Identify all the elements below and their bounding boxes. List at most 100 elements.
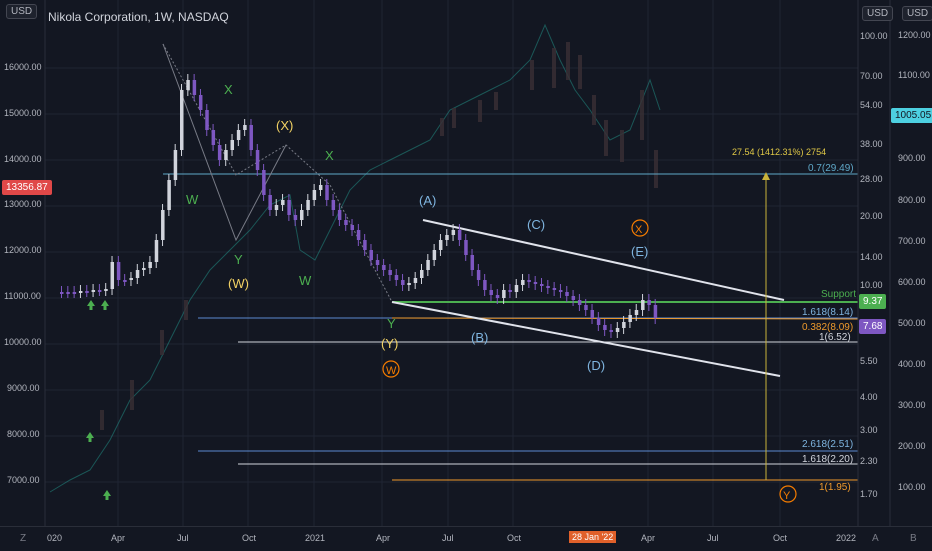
candle-body <box>91 290 96 292</box>
candle-body <box>558 290 563 292</box>
right1-tick: 54.00 <box>860 100 883 110</box>
channel-upper[interactable] <box>422 219 785 301</box>
candle-body <box>533 282 538 284</box>
left-tick: 10000.00 <box>4 337 42 347</box>
right2-tick: 600.00 <box>898 277 926 287</box>
candle-body <box>123 280 127 282</box>
candle-body <box>350 225 355 230</box>
candle-body <box>565 292 569 296</box>
right2-tick: 100.00 <box>898 482 926 492</box>
zoom-icon[interactable]: Z <box>20 533 26 544</box>
label-X-green-2: X <box>325 148 334 163</box>
candle-body <box>615 328 620 332</box>
candle-body <box>287 200 291 215</box>
right2-tick: 700.00 <box>898 236 926 246</box>
label-E: (E) <box>631 244 648 259</box>
time-label: 2022 <box>836 533 857 543</box>
candle-body <box>457 230 462 240</box>
candle-body <box>85 291 89 293</box>
label-Y-circle: Y <box>783 490 791 502</box>
arrow-up-icon <box>103 490 111 500</box>
candle-body <box>318 185 323 190</box>
candle-body <box>268 195 272 210</box>
candle-body <box>609 330 613 332</box>
label-X-green: X <box>224 82 233 97</box>
log-scale-icon[interactable]: B <box>910 533 917 544</box>
right1-tick: 20.00 <box>860 211 883 221</box>
time-label: Apr <box>376 533 391 543</box>
level-label-support: Support <box>821 289 856 300</box>
label-D: (D) <box>587 358 605 373</box>
candle-body <box>72 292 77 294</box>
candle-body <box>407 283 411 285</box>
candle-body <box>502 290 506 298</box>
candle-body <box>180 90 184 150</box>
candle-body <box>217 145 222 160</box>
candle-body <box>432 250 437 260</box>
label-W-bracket: (W) <box>228 276 249 291</box>
candle-body <box>97 290 102 292</box>
time-label: Oct <box>242 533 257 543</box>
candle-body <box>293 215 298 220</box>
right2-tick: 400.00 <box>898 359 926 369</box>
left-price-axis[interactable]: 16000.00 15000.00 14000.00 13000.00 1200… <box>0 0 44 526</box>
candle-body <box>369 250 373 260</box>
candle-body <box>394 275 399 280</box>
auto-scale-icon[interactable]: A <box>872 533 879 544</box>
candle-body <box>420 270 424 278</box>
chart-canvas[interactable]: W X Y (W) (X) X W Y (Y) W (A) (B) (C) (D… <box>0 0 932 550</box>
label-Y-green-2: Y <box>387 316 396 331</box>
candle-body <box>129 278 133 280</box>
candle-body <box>344 220 348 225</box>
time-label: Apr <box>111 533 126 543</box>
candle-body <box>211 130 216 145</box>
level-label-0.7: 0.7(29.49) <box>808 163 854 174</box>
left-tick: 15000.00 <box>4 108 42 118</box>
candle-body <box>135 270 140 278</box>
label-X-bracket: (X) <box>276 118 293 133</box>
candle-body <box>483 280 487 290</box>
right1-tick: 2.30 <box>860 456 878 466</box>
candle-body <box>243 125 247 130</box>
right2-tick: 500.00 <box>898 318 926 328</box>
candle-body <box>363 240 367 250</box>
time-label: Apr <box>641 533 656 543</box>
candle-body <box>110 262 115 289</box>
candle-body <box>161 210 165 240</box>
right-price-axis-2[interactable]: 1200.00 1100.00 900.00 800.00 700.00 600… <box>891 0 932 526</box>
candle-body <box>192 80 197 95</box>
level-label-2.618: 2.618(2.51) <box>802 439 853 450</box>
candle-body <box>527 280 531 282</box>
candle-body <box>508 290 512 292</box>
candle-body <box>413 278 418 283</box>
label-B: (B) <box>471 330 488 345</box>
right2-tick: 200.00 <box>898 441 926 451</box>
time-label: Jul <box>177 533 189 543</box>
candle-body <box>255 150 260 170</box>
level-label-1-lower: 1(1.95) <box>819 482 851 493</box>
left-tick: 12000.00 <box>4 245 42 255</box>
candle-body <box>236 130 241 140</box>
right2-tick: 900.00 <box>898 153 926 163</box>
candle-body <box>312 190 317 200</box>
arrow-up-icon <box>87 300 95 310</box>
candle-body <box>470 255 475 270</box>
candle-body <box>154 240 159 262</box>
candle-body <box>464 240 468 255</box>
level-label-1.618-lower: 1.618(2.20) <box>802 454 853 465</box>
right2-tick: 1100.00 <box>898 70 930 80</box>
candle-body <box>375 260 380 265</box>
support-price-tag: 9.37 <box>859 294 887 309</box>
candle-body <box>173 150 178 180</box>
candle-body <box>476 270 481 280</box>
candle-body <box>331 200 336 210</box>
candle-body <box>445 235 449 240</box>
candle-body <box>514 285 519 292</box>
right-price-axis-1[interactable]: 100.00 70.00 54.00 38.00 28.00 20.00 14.… <box>859 0 890 526</box>
candle-body <box>634 310 639 315</box>
candle-body <box>148 262 152 268</box>
right1-tick: 5.50 <box>860 356 878 366</box>
candle-body <box>230 140 235 150</box>
time-axis[interactable]: Z 020 Apr Jul Oct 2021 Apr Jul Oct 28 Ja… <box>0 526 932 551</box>
candle-body <box>337 210 342 220</box>
